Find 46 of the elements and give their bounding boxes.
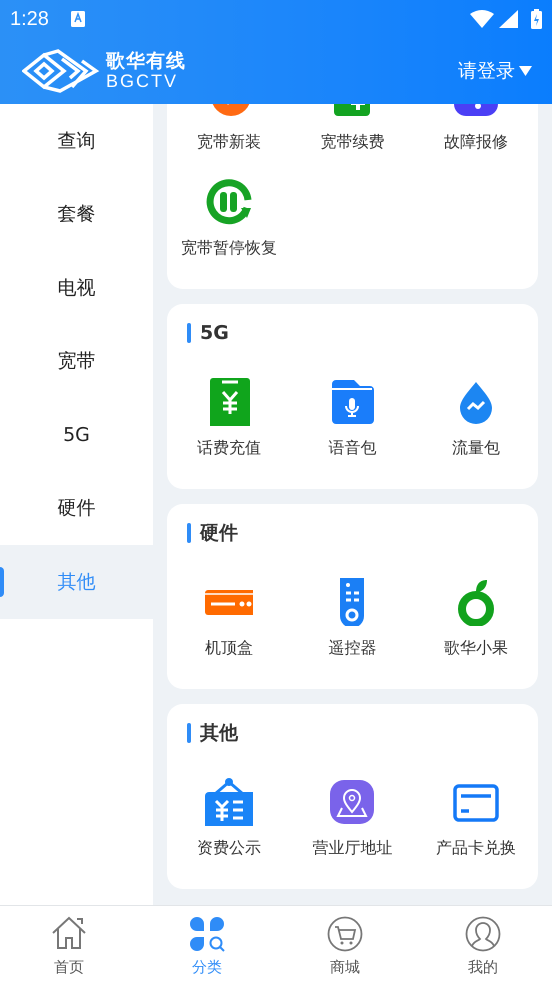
battery-icon [531,9,542,29]
sidebar-item[interactable]: 套餐 [0,178,153,251]
category-icon [189,916,225,952]
sidebar-item[interactable]: 宽带 [0,324,153,398]
keyboard-notification-icon [70,11,85,27]
section-accent-bar [187,523,191,543]
category-item-label[interactable]: 产品卡兑换 [436,838,516,858]
category-item-label[interactable]: 故障报修 [444,132,508,152]
category-item-label[interactable]: 资费公示 [196,838,261,858]
nav-tab[interactable]: 我的 [414,906,552,983]
wifi-icon [470,10,494,28]
sidebar-item[interactable]: 硬件 [0,472,153,545]
nav-tab[interactable]: 首页 [0,906,138,983]
category-item-label[interactable]: 宽带暂停恢复 [180,238,277,258]
map-pin-icon [328,778,376,826]
sidebar-item[interactable]: 查询 [0,104,153,178]
category-item-label[interactable]: 流量包 [452,438,500,458]
home-icon [51,916,87,952]
section-title: 5G [200,320,229,346]
category-item-label[interactable]: 机顶盒 [204,638,253,658]
sidebar-item[interactable]: 5G [0,398,153,472]
cart-icon [327,916,363,952]
caret-icon [519,66,532,76]
clock-time: 1:28 [10,7,49,32]
login-button[interactable]: 请登录 [458,56,532,86]
category-item-label[interactable]: 语音包 [328,438,376,458]
brand-latin-name: BGCTV [106,72,180,90]
category-item-label[interactable]: 宽带新装 [196,132,261,152]
selection-indicator [0,567,4,597]
category-item-label[interactable]: 歌华小果 [444,638,508,658]
signal-icon [499,10,518,28]
hanging-sign-icon [204,778,253,826]
category-item-label[interactable]: 宽带续费 [320,132,384,152]
brand-name: 歌华有线 [106,52,186,71]
section-accent-bar [187,323,191,343]
section-accent-bar [187,723,191,743]
category-item-label[interactable]: 话费充值 [196,438,261,458]
pause-refresh-icon [204,178,253,226]
section-title: 硬件 [200,520,238,546]
category-item-label[interactable]: 遥控器 [328,638,376,658]
sidebar-item[interactable]: 电视 [0,251,153,324]
logo-icon [22,49,100,93]
section-title: 其他 [200,720,238,746]
category-item-label[interactable]: 营业厅地址 [312,838,392,858]
user-icon [465,916,501,952]
nav-tab[interactable]: 商城 [276,906,414,983]
